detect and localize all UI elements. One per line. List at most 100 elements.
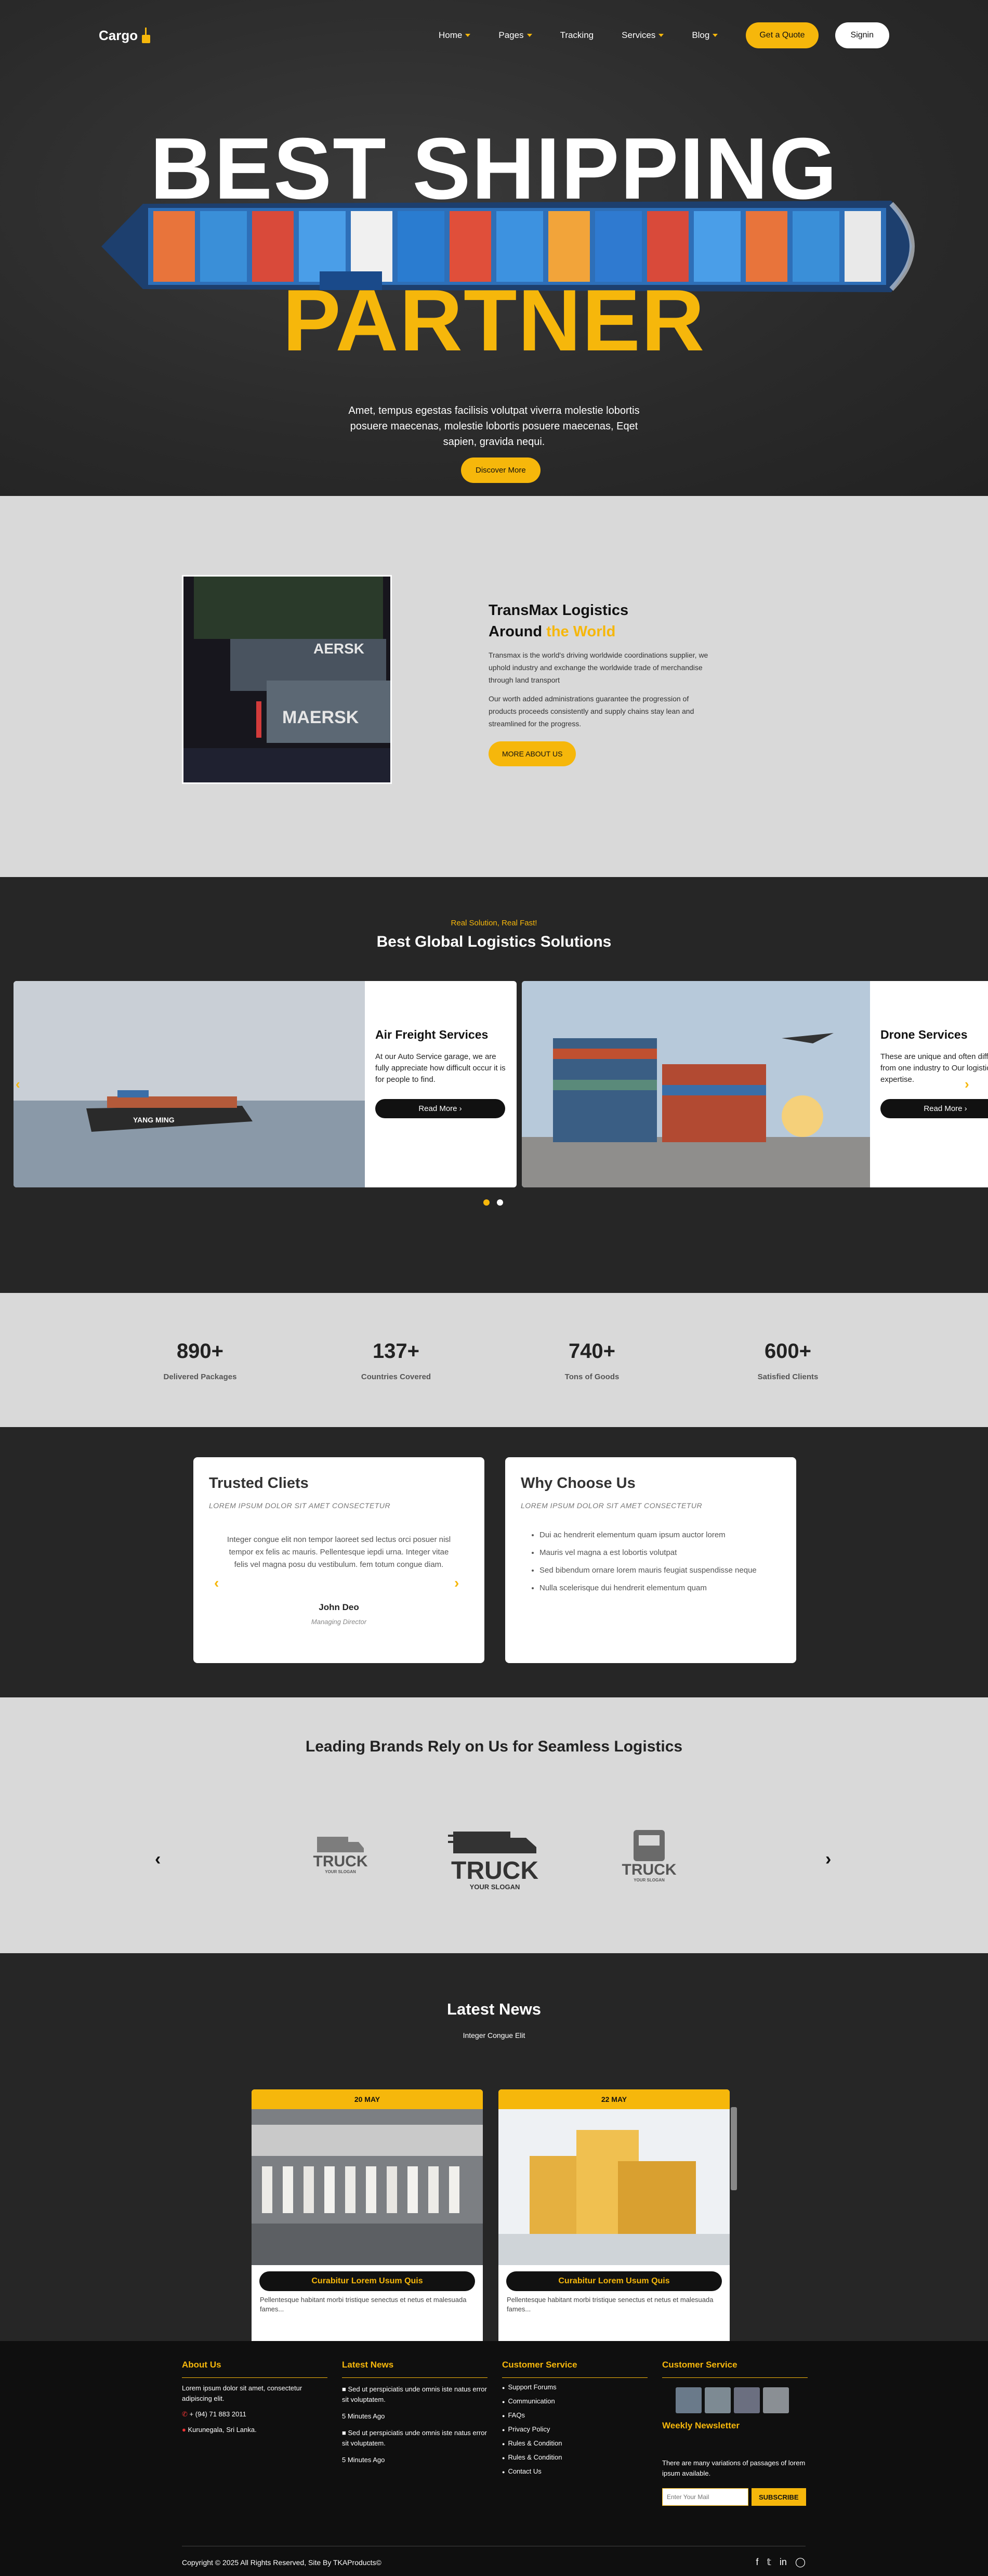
footer-address-text: Kurunegala, Sri Lanka. bbox=[188, 2426, 257, 2434]
footer-news-item[interactable]: ■ Sed ut perspiciatis unde omnis iste na… bbox=[342, 2384, 488, 2405]
footer-link[interactable]: Rules & Condition bbox=[502, 2438, 648, 2449]
service-image-containers bbox=[522, 981, 870, 1187]
logo-text: Cargo bbox=[99, 27, 138, 43]
caret-down-icon bbox=[658, 34, 664, 37]
instagram-icon[interactable]: ◯ bbox=[795, 2557, 806, 2568]
footer-news-item[interactable]: ■ Sed ut perspiciatis unde omnis iste na… bbox=[342, 2428, 488, 2449]
more-about-us-button[interactable]: MORE ABOUT US bbox=[489, 741, 576, 766]
subscribe-button[interactable]: SUBSCRIBE bbox=[752, 2488, 806, 2506]
nav-item-tracking[interactable]: Tracking bbox=[560, 30, 594, 41]
facebook-icon[interactable]: f bbox=[756, 2557, 758, 2568]
news-excerpt: Pellentesque habitant morbi tristique se… bbox=[260, 2296, 467, 2313]
footer-newsletter: Customer Service Weekly Newsletter There… bbox=[662, 2360, 808, 2506]
why-list-item: Mauris vel magna a est lobortis volutpat bbox=[539, 1544, 781, 1562]
gallery-thumbnail[interactable] bbox=[676, 2387, 702, 2413]
testimonial-subtitle: LOREM IPSUM DOLOR SIT AMET CONSECTETUR bbox=[209, 1501, 391, 1510]
news-scrollbar[interactable] bbox=[731, 2107, 737, 2190]
service-card-title: Air Freight Services bbox=[375, 1028, 489, 1041]
news-image bbox=[252, 2109, 483, 2265]
footer-about-text: Lorem ipsum dolor sit amet, consectetur … bbox=[182, 2384, 302, 2402]
why-title: Why Choose Us bbox=[521, 1475, 636, 1492]
discover-more-button[interactable]: Discover More bbox=[461, 457, 541, 483]
social-links: f 𝕥 in ◯ bbox=[756, 2557, 806, 2568]
footer-link[interactable]: Communication bbox=[502, 2396, 648, 2407]
why-subtitle: LOREM IPSUM DOLOR SIT AMET CONSECTETUR bbox=[521, 1501, 703, 1510]
service-card-text: At our Auto Service garage, we are fully… bbox=[375, 1052, 506, 1084]
news-date: 22 MAY bbox=[498, 2089, 730, 2109]
footer-link[interactable]: Support Forums bbox=[502, 2382, 648, 2393]
nav-item-label: Services bbox=[622, 30, 656, 40]
read-more-button[interactable]: Read More › bbox=[375, 1099, 505, 1118]
nav-menu: Home Pages Tracking Services Blog Get a … bbox=[439, 22, 889, 48]
service-card-title: Drone Services bbox=[880, 1028, 968, 1041]
stat-label: Countries Covered bbox=[361, 1372, 431, 1381]
nav-item-label: Tracking bbox=[560, 30, 594, 40]
copyright-text: Copyright © 2025 All Rights Reserved, Si… bbox=[182, 2558, 381, 2567]
footer-bottom: Copyright © 2025 All Rights Reserved, Si… bbox=[182, 2546, 806, 2568]
footer-link[interactable]: Contact Us bbox=[502, 2466, 648, 2477]
gallery-thumbnail[interactable] bbox=[705, 2387, 731, 2413]
news-excerpt: Pellentesque habitant morbi tristique se… bbox=[507, 2296, 714, 2313]
stat-value: 890+ bbox=[176, 1340, 224, 1363]
carousel-next-icon[interactable]: › bbox=[965, 1076, 969, 1092]
nav-item-home[interactable]: Home bbox=[439, 30, 471, 41]
hero-description-text: Amet, tempus egestas facilisis volutpat … bbox=[348, 405, 640, 448]
news-card: 20 MAY Curabitur Lorem Usum Quis Pellent… bbox=[252, 2089, 483, 2341]
nav-item-label: Home bbox=[439, 30, 463, 40]
nav-item-pages[interactable]: Pages bbox=[498, 30, 532, 41]
why-list-item: Nulla scelerisque dui hendrerit elementu… bbox=[539, 1579, 781, 1597]
newsletter-email-input[interactable] bbox=[662, 2488, 748, 2506]
about-text: TransMax Logistics Around the World Tran… bbox=[489, 600, 717, 766]
stat-item: 600+ Satisfied Clients bbox=[739, 1340, 837, 1427]
nav-item-blog[interactable]: Blog bbox=[692, 30, 718, 41]
news-card: 22 MAY Curabitur Lorem Usum Quis Pellent… bbox=[498, 2089, 730, 2341]
why-list: Dui ac hendrerit elementum quam ipsum au… bbox=[521, 1526, 781, 1597]
gallery-thumbnail[interactable] bbox=[734, 2387, 760, 2413]
carousel-dot[interactable] bbox=[497, 1199, 503, 1206]
news-title-button[interactable]: Curabitur Lorem Usum Quis bbox=[506, 2271, 722, 2291]
gallery-thumbnail[interactable] bbox=[763, 2387, 789, 2413]
twitter-icon[interactable]: 𝕥 bbox=[767, 2557, 771, 2568]
service-card-body: Air Freight Services At our Auto Service… bbox=[365, 981, 517, 1187]
brand-name: TRUCK bbox=[622, 1861, 677, 1878]
get-quote-button[interactable]: Get a Quote bbox=[746, 22, 819, 48]
crane-box-icon bbox=[141, 28, 151, 43]
why-list-item: Sed bibendum ornare lorem mauris feugiat… bbox=[539, 1562, 781, 1579]
about-title-line1: TransMax Logistics bbox=[489, 602, 629, 619]
logo[interactable]: Cargo bbox=[99, 28, 151, 44]
footer-customer-service: Customer Service Support Forums Communic… bbox=[502, 2360, 648, 2477]
read-more-button[interactable]: Read More › bbox=[880, 1099, 988, 1118]
news-item-icon: ■ bbox=[342, 2429, 346, 2437]
brand-logo: TRUCK YOUR SLOGAN bbox=[448, 1827, 542, 1891]
footer-link[interactable]: Rules & Condition bbox=[502, 2452, 648, 2463]
brands-section: Leading Brands Rely on Us for Seamless L… bbox=[0, 1697, 988, 1953]
brands-next-icon[interactable]: › bbox=[825, 1849, 831, 1869]
testimonial-name: John Deo bbox=[319, 1602, 359, 1612]
footer-about-title: About Us bbox=[182, 2360, 327, 2378]
hero-title-line2: PARTNER bbox=[282, 271, 706, 369]
stat-label: Satisfied Clients bbox=[757, 1372, 819, 1381]
testimonial-next-icon[interactable]: › bbox=[454, 1575, 459, 1591]
news-title-button[interactable]: Curabitur Lorem Usum Quis bbox=[259, 2271, 475, 2291]
caret-down-icon bbox=[526, 34, 532, 37]
signin-button[interactable]: Signin bbox=[835, 22, 889, 48]
news-subtitle: Integer Congue Elit bbox=[463, 2031, 525, 2039]
footer-link[interactable]: FAQs bbox=[502, 2410, 648, 2421]
carousel-dot[interactable] bbox=[483, 1199, 490, 1206]
carousel-prev-icon[interactable]: ‹ bbox=[16, 1076, 20, 1092]
testimonial-prev-icon[interactable]: ‹ bbox=[214, 1575, 219, 1591]
footer-news-time: 5 Minutes Ago bbox=[342, 2456, 385, 2464]
stat-item: 890+ Delivered Packages bbox=[151, 1340, 249, 1427]
footer-link[interactable]: Privacy Policy bbox=[502, 2424, 648, 2435]
service-image-ship: YANG MING bbox=[14, 981, 365, 1187]
brands-prev-icon[interactable]: ‹ bbox=[155, 1849, 161, 1869]
footer-news-time: 5 Minutes Ago bbox=[342, 2412, 385, 2420]
stat-label: Tons of Goods bbox=[564, 1372, 620, 1381]
newsletter-form: SUBSCRIBE bbox=[662, 2488, 808, 2506]
brand-name: TRUCK bbox=[313, 1853, 368, 1870]
why-choose-panel: Why Choose Us LOREM IPSUM DOLOR SIT AMET… bbox=[505, 1457, 796, 1663]
stat-label: Delivered Packages bbox=[163, 1372, 237, 1381]
linkedin-icon[interactable]: in bbox=[780, 2557, 787, 2568]
hero-section: Cargo Home Pages Tracking Services Blog … bbox=[0, 0, 988, 496]
nav-item-services[interactable]: Services bbox=[622, 30, 664, 41]
